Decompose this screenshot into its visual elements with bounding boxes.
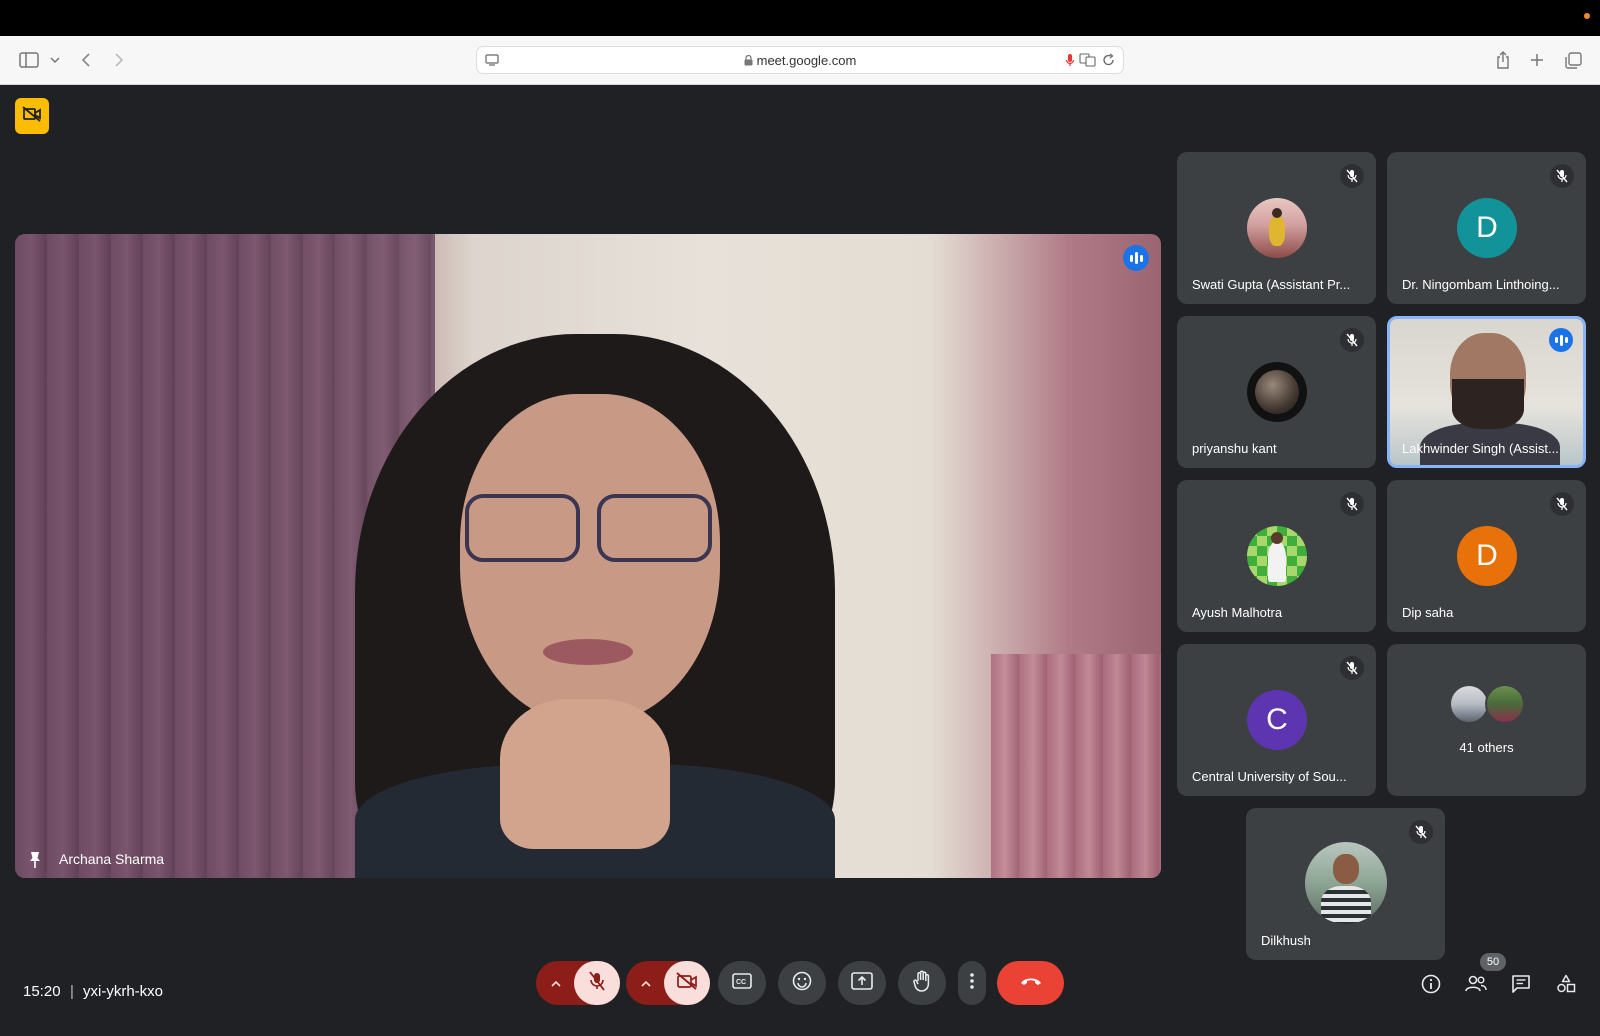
participant-name: Swati Gupta (Assistant Pr... (1192, 277, 1351, 292)
new-tab-icon[interactable] (1524, 47, 1550, 73)
microphone-toggle-button[interactable] (574, 961, 620, 1005)
participant-name: Dip saha (1402, 605, 1454, 620)
closed-captions-icon: CC (732, 972, 752, 994)
participant-tile[interactable]: Ayush Malhotra (1177, 480, 1376, 632)
back-arrow-icon[interactable] (73, 47, 99, 73)
captions-button[interactable]: CC (718, 961, 766, 1005)
forward-arrow-icon[interactable] (106, 47, 132, 73)
participant-avatar (1247, 526, 1307, 586)
participant-name: Dr. Ningombam Linthoing... (1402, 277, 1560, 292)
meeting-clock: 15:20 (23, 983, 61, 1000)
speaking-indicator-icon (1549, 328, 1573, 352)
muted-mic-icon (1550, 164, 1574, 188)
main-speaker-video[interactable]: Archana Sharma (15, 234, 1161, 878)
participant-tile[interactable]: D Dr. Ningombam Linthoing... (1387, 152, 1586, 304)
svg-text:CC: CC (736, 979, 746, 986)
participant-avatar: D (1457, 526, 1517, 586)
speaking-indicator-icon (1123, 245, 1149, 271)
participant-tile[interactable]: Swati Gupta (Assistant Pr... (1177, 152, 1376, 304)
others-tile[interactable]: 41 others (1387, 644, 1586, 796)
camera-toggle-button[interactable] (664, 961, 710, 1005)
participant-name: Ayush Malhotra (1192, 605, 1283, 620)
browser-toolbar: meet.google.com (0, 36, 1600, 85)
hand-icon (913, 970, 931, 997)
audio-options-chevron-up-icon[interactable] (536, 961, 576, 1005)
emoji-icon (792, 971, 812, 996)
others-avatar-group (1449, 684, 1529, 724)
url-text: meet.google.com (477, 53, 1123, 69)
recording-indicator-dot (1584, 13, 1590, 19)
participant-tile[interactable]: C Central University of Sou... (1177, 644, 1376, 796)
meet-window: Archana Sharma Swati Gupta (Assistant Pr… (0, 85, 1600, 1036)
camera-control-group (626, 961, 710, 1005)
participant-avatar: D (1457, 198, 1517, 258)
muted-mic-icon (1340, 492, 1364, 516)
participant-tile-active-speaker[interactable]: Lakhwinder Singh (Assist... (1387, 316, 1586, 468)
url-label: meet.google.com (756, 53, 857, 68)
participant-tile[interactable]: Dilkhush (1246, 808, 1445, 960)
present-screen-icon (851, 971, 873, 995)
mic-off-icon (589, 970, 605, 996)
main-speaker-name: Archana Sharma (59, 851, 165, 867)
muted-mic-icon (1409, 820, 1433, 844)
participant-tile[interactable]: D Dip saha (1387, 480, 1586, 632)
video-options-chevron-up-icon[interactable] (626, 961, 666, 1005)
participant-avatar (1247, 362, 1307, 422)
participant-avatar: C (1247, 690, 1307, 750)
lock-icon (744, 54, 753, 69)
microphone-control-group (536, 961, 620, 1005)
participant-name: Central University of Sou... (1192, 769, 1347, 784)
participant-tile[interactable]: priyanshu kant (1177, 316, 1376, 468)
participant-name: Dilkhush (1261, 933, 1311, 948)
recording-badge[interactable] (15, 98, 49, 134)
speaker-figure (315, 324, 875, 878)
reload-icon[interactable] (1102, 53, 1115, 72)
meeting-code: yxi-ykrh-kxo (83, 983, 164, 1000)
participant-name: priyanshu kant (1192, 441, 1277, 456)
muted-mic-icon (1340, 328, 1364, 352)
participant-name: Lakhwinder Singh (Assist... (1402, 441, 1559, 456)
muted-mic-icon (1340, 164, 1364, 188)
share-icon[interactable] (1490, 47, 1516, 73)
address-bar[interactable]: meet.google.com (476, 46, 1124, 74)
participant-count-badge: 50 (1480, 953, 1506, 971)
others-count-label: 41 others (1459, 740, 1514, 755)
microphone-in-use-icon[interactable] (1065, 53, 1075, 73)
sidebar-toggle-icon[interactable] (16, 47, 42, 73)
participant-avatar (1485, 684, 1525, 724)
more-vertical-icon (970, 972, 974, 994)
leave-call-button[interactable] (997, 961, 1064, 1005)
more-options-button[interactable] (958, 961, 986, 1005)
pin-icon[interactable] (25, 850, 45, 870)
participant-avatar (1305, 842, 1387, 924)
divider: | (70, 983, 74, 1000)
participant-avatar (1449, 684, 1489, 724)
muted-mic-icon (1550, 492, 1574, 516)
people-icon[interactable] (1462, 970, 1490, 998)
reactions-button[interactable] (778, 961, 826, 1005)
hang-up-icon (1019, 974, 1043, 992)
participant-avatar (1247, 198, 1307, 258)
tab-overview-icon[interactable] (1560, 47, 1586, 73)
camera-off-icon (676, 971, 698, 995)
present-screen-button[interactable] (838, 961, 886, 1005)
chevron-down-icon[interactable] (42, 47, 68, 73)
translate-icon[interactable] (1079, 53, 1097, 72)
meeting-details-icon[interactable] (1417, 970, 1445, 998)
recording-camera-off-icon (22, 105, 42, 127)
muted-mic-icon (1340, 656, 1364, 680)
system-top-bar (0, 0, 1600, 36)
raise-hand-button[interactable] (898, 961, 946, 1005)
chat-icon[interactable] (1507, 970, 1535, 998)
meeting-control-bar: 15:20 | yxi-ykrh-kxo CC 50 (0, 953, 1600, 1036)
background-curtain (991, 654, 1161, 878)
activities-icon[interactable] (1552, 970, 1580, 998)
